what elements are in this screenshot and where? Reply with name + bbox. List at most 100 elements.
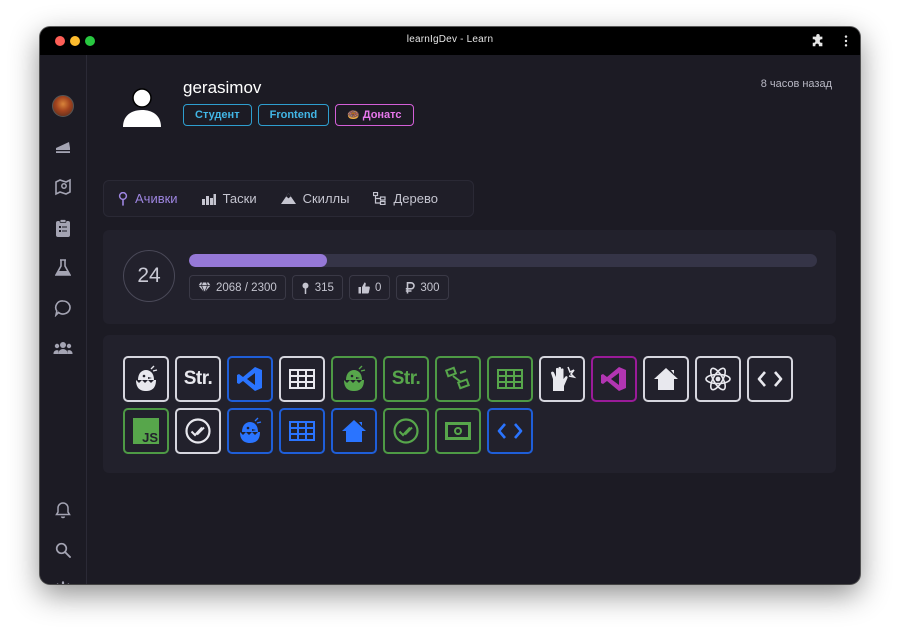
sidebar-item-cake[interactable] [52,136,74,158]
table-icon [288,419,316,443]
vscode-icon [599,364,629,394]
table-icon [496,367,524,391]
achievement-chick-0[interactable] [123,356,169,402]
sidebar-item-users[interactable] [52,337,74,359]
stat-value: 300 [420,281,440,294]
clipboard-icon [56,219,70,237]
str-text: Str. [391,368,421,389]
achievement-check-circle-14[interactable] [175,408,221,454]
sidebar-item-lab[interactable] [52,257,74,279]
stat-achievements: 315 [291,275,343,300]
tab-label: Ачивки [135,191,178,206]
badge-frontend[interactable]: Frontend [257,104,330,126]
badge-donate[interactable]: 🍩 Донатс [335,104,414,126]
sidebar-item-tasks[interactable] [52,217,74,239]
achievement-chick-4[interactable] [331,356,377,402]
achievement-vscode-9[interactable] [591,356,637,402]
mountain-icon [280,193,296,204]
tab-tasks[interactable]: Таски [188,181,267,216]
achievement-code-20[interactable] [487,408,533,454]
chick-icon [235,416,265,446]
gear-icon [56,581,70,584]
tab-label: Скиллы [302,191,350,206]
sidebar-avatar[interactable] [52,95,74,117]
achievement-table-16[interactable] [279,408,325,454]
cake-icon [56,142,70,153]
main-content: gerasimov 8 часов назад Студент Frontend… [87,55,860,584]
stat-likes: 0 [348,275,391,300]
pin-icon [302,282,309,294]
stat-value: 2068 / 2300 [216,281,277,294]
str-icon: Str. [392,368,421,390]
stat-value: 0 [374,281,382,294]
achievements-grid: Str. Str. JS [123,356,803,454]
achievement-magic-hand-8[interactable] [539,356,585,402]
notifications-button[interactable] [52,499,74,521]
tab-tree[interactable]: Дерево [359,181,447,216]
level-card: 24 2068 / 2300 315 0 300 [103,230,836,324]
search-icon [55,542,71,558]
ruble-icon [406,281,416,293]
flow-icon [444,365,472,393]
bars-icon [201,193,216,205]
achievement-chick-15[interactable] [227,408,273,454]
flask-icon [55,259,71,276]
search-button[interactable] [52,539,74,561]
level-progress-fill [189,254,328,267]
achievement-str-5[interactable]: Str. [383,356,429,402]
tab-achievements[interactable]: Ачивки [104,181,188,216]
chick-icon [131,364,161,394]
code-icon [496,420,524,442]
puzzle-icon[interactable] [811,34,825,48]
achievement-flow-6[interactable] [435,356,481,402]
house-icon [651,365,681,393]
achievement-js-13[interactable]: JS [123,408,169,454]
table-icon [288,367,316,391]
sidebar-item-map[interactable] [52,176,74,198]
achievement-money-19[interactable] [435,408,481,454]
badge-label: Студент [195,109,240,121]
level-number: 24 [123,250,175,302]
house-icon [339,417,369,445]
profile-avatar-icon [123,88,161,127]
chick-icon [339,364,369,394]
str-text: Str. [183,368,213,389]
profile-tabs: Ачивки Таски Скиллы Дерево [103,180,474,217]
tab-skills[interactable]: Скиллы [267,181,360,216]
thumbs-up-icon [358,282,370,293]
users-icon [53,342,73,354]
profile-username: gerasimov [183,78,262,97]
check-circle-icon [183,416,213,446]
vscode-icon [235,364,265,394]
achievement-str-1[interactable]: Str. [175,356,221,402]
react-icon [703,364,733,394]
map-icon [55,178,71,196]
str-icon: Str. [184,368,213,390]
stat-coins: 300 [396,275,449,300]
app-window: learnIgDev - Learn gerasimov 8 часов наз… [40,27,860,584]
money-icon [443,419,473,443]
achievement-house-17[interactable] [331,408,377,454]
profile-time-ago: 8 часов назад [760,78,832,90]
check-circle-icon [391,416,421,446]
more-vertical-icon[interactable] [839,34,853,48]
achievement-react-11[interactable] [695,356,741,402]
achievements-card: Str. Str. JS [103,335,836,473]
settings-button[interactable] [52,579,74,584]
pin-icon [118,191,128,206]
code-icon [756,368,784,390]
achievement-table-3[interactable] [279,356,325,402]
title-bar: learnIgDev - Learn [40,27,860,55]
profile-badges: Студент Frontend 🍩 Донатс [183,104,414,126]
window-title: learnIgDev - Learn [406,34,494,45]
achievement-table-7[interactable] [487,356,533,402]
achievement-house-10[interactable] [643,356,689,402]
achievement-vscode-2[interactable] [227,356,273,402]
gem-icon [198,282,211,293]
stat-value: 315 [314,281,334,294]
sidebar-item-chat[interactable] [52,297,74,319]
achievement-code-12[interactable] [747,356,793,402]
badge-student[interactable]: Студент [183,104,252,126]
achievement-check-circle-18[interactable] [383,408,429,454]
tab-label: Дерево [393,191,438,206]
